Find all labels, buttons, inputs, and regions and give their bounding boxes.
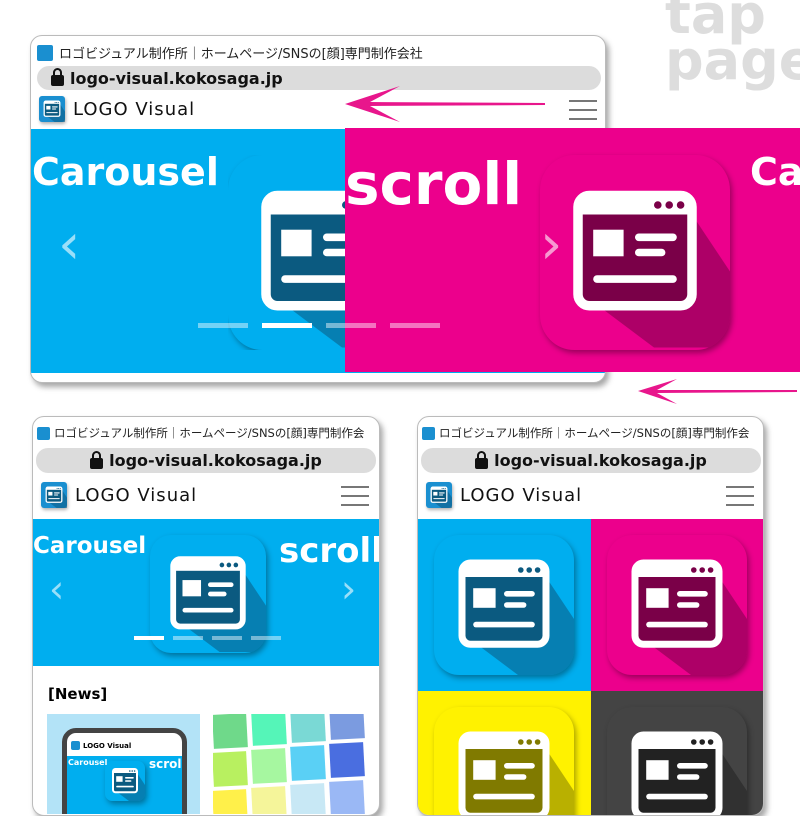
lock-icon — [51, 68, 64, 86]
lock-icon — [90, 450, 104, 469]
logo-icon[interactable] — [426, 482, 452, 508]
chevron-right-icon[interactable]: › — [540, 212, 562, 277]
site-header: LOGO Visual — [39, 96, 195, 122]
color-swatch — [213, 714, 248, 749]
browser-window-icon — [458, 559, 574, 675]
color-swatch — [290, 714, 326, 743]
arrow-left-icon — [638, 379, 797, 404]
favicon-icon — [422, 426, 435, 440]
logo-text[interactable]: LOGO Visual — [460, 485, 582, 506]
color-swatch — [290, 783, 326, 814]
logo-text: LOGO Visual — [83, 741, 132, 750]
browser-window-icon — [430, 486, 452, 508]
carousel-dot-active[interactable] — [134, 636, 164, 640]
slide-label: scroll — [279, 531, 380, 571]
carousel-dot[interactable] — [251, 636, 281, 640]
color-swatch — [329, 742, 365, 778]
color-swatch — [251, 714, 287, 746]
watermark-line: page — [665, 29, 800, 92]
carousel-dot[interactable] — [326, 323, 376, 328]
slide-label: Carousel — [68, 758, 108, 767]
grid-cell-cyan — [418, 519, 591, 691]
carousel: Carousel scroll ‹ › — [33, 519, 380, 666]
grid-cell-black — [591, 691, 763, 815]
url-text: logo-visual.kokosaga.jp — [109, 451, 322, 470]
news-thumbnail-color-grid[interactable] — [213, 714, 366, 814]
browser-mockup-news: ロゴビジュアル制作所｜ホームページ/SNSの[顔]専門制作会 logo-visu… — [32, 416, 380, 816]
color-swatch — [329, 780, 365, 814]
browser-window-icon — [573, 190, 730, 348]
favicon-icon — [37, 44, 53, 61]
chevron-left-icon[interactable]: ‹ — [58, 212, 80, 277]
slide-label: Ca — [750, 150, 800, 194]
color-swatch — [251, 786, 287, 814]
hamburger-icon[interactable] — [726, 486, 754, 506]
address-bar[interactable]: logo-visual.kokosaga.jp — [421, 448, 761, 473]
color-swatch — [290, 745, 326, 781]
browser-window-icon — [43, 100, 65, 122]
favicon-icon — [37, 426, 50, 440]
browser-window-icon — [170, 556, 266, 652]
tab-title: ロゴビジュアル制作所｜ホームページ/SNSの[顔]専門制作会 — [54, 426, 365, 440]
color-swatch — [251, 748, 287, 784]
app-tile-magenta — [540, 155, 730, 350]
slide-label: Carousel — [32, 150, 219, 194]
browser-mockup-grid: ロゴビジュアル制作所｜ホームページ/SNSの[顔]専門制作会 logo-visu… — [417, 416, 764, 816]
logo-icon — [71, 741, 80, 750]
carousel-dot[interactable] — [198, 323, 248, 328]
arrow-left-icon — [345, 86, 545, 122]
tab-title: ロゴビジュアル制作所｜ホームページ/SNSの[顔]専門制作会 — [439, 426, 750, 440]
lock-icon — [475, 450, 489, 469]
color-swatch — [329, 714, 365, 740]
grid-cell-yellow — [418, 691, 591, 815]
address-bar[interactable]: logo-visual.kokosaga.jp — [36, 448, 376, 473]
url-text: logo-visual.kokosaga.jp — [494, 451, 707, 470]
logo-text[interactable]: LOGO Visual — [73, 99, 195, 120]
slide-label: Carousel — [33, 533, 147, 559]
carousel-dot[interactable] — [390, 323, 440, 328]
carousel-dot-active[interactable] — [262, 323, 312, 328]
color-swatch — [213, 751, 248, 787]
slide-label: scroll — [149, 757, 186, 771]
browser-window-icon — [112, 768, 145, 801]
app-tile-cyan — [150, 535, 266, 653]
slide-label: scroll — [345, 150, 523, 218]
grid-cell-magenta — [591, 519, 763, 691]
news-thumbnail[interactable]: LOGO Visual Carousel scroll — [47, 714, 200, 814]
carousel-dot[interactable] — [173, 636, 203, 640]
chevron-right-icon[interactable]: › — [341, 567, 356, 611]
tab-title-bar[interactable]: ロゴビジュアル制作所｜ホームページ/SNSの[顔]専門制作会社 — [37, 43, 423, 62]
hamburger-icon[interactable] — [341, 486, 369, 506]
carousel-dot[interactable] — [212, 636, 242, 640]
hamburger-icon[interactable] — [569, 100, 597, 120]
browser-window-icon — [631, 559, 747, 675]
logo-text[interactable]: LOGO Visual — [75, 485, 197, 506]
tab-title: ロゴビジュアル制作所｜ホームページ/SNSの[顔]専門制作会社 — [59, 47, 423, 62]
tap-page-watermark: tap page — [665, 0, 800, 92]
news-heading: [News] — [48, 685, 108, 703]
app-tile-cyan — [105, 761, 145, 801]
browser-window-icon — [45, 486, 67, 508]
logo-icon[interactable] — [39, 96, 65, 122]
color-swatch — [213, 789, 248, 814]
logo-icon[interactable] — [41, 482, 67, 508]
url-text: logo-visual.kokosaga.jp — [70, 68, 283, 88]
chevron-left-icon[interactable]: ‹ — [49, 567, 64, 611]
